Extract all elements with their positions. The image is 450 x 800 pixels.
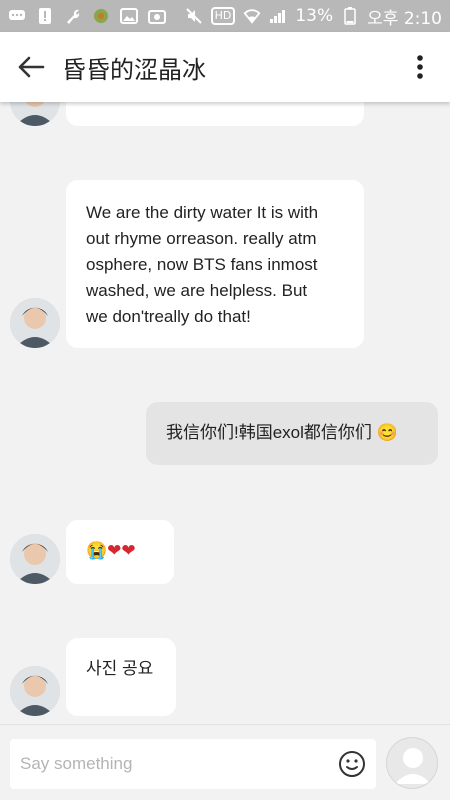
status-right: HD 13% 오후 2:10 bbox=[185, 4, 442, 29]
mute-icon bbox=[185, 7, 203, 25]
app-notification-icon bbox=[92, 7, 110, 25]
message-composer bbox=[0, 724, 450, 800]
more-vertical-icon bbox=[417, 55, 423, 79]
app-header: 昏昏的涩晶冰 bbox=[0, 32, 450, 102]
message-bubble-in: 사진 공요 bbox=[66, 638, 176, 716]
camera-icon bbox=[148, 7, 166, 25]
clock: 오후 2:10 bbox=[367, 8, 442, 29]
status-left bbox=[8, 7, 166, 25]
status-bar: HD 13% 오후 2:10 bbox=[0, 0, 450, 32]
emoji-button[interactable] bbox=[338, 750, 366, 778]
alert-icon bbox=[36, 7, 54, 25]
avatar[interactable] bbox=[10, 298, 60, 348]
message-input[interactable] bbox=[20, 754, 320, 774]
message-bubble-in: We are the dirty water It is with out rh… bbox=[66, 180, 364, 348]
message-input-box[interactable] bbox=[10, 739, 376, 789]
message-bubble-out: 我信你们!韩国exol都信你们 😊 bbox=[146, 402, 438, 465]
user-avatar-icon bbox=[395, 748, 431, 784]
message-bubble-in: 😭❤❤ bbox=[66, 520, 174, 584]
message-list[interactable]: ... We are the dirty water It is with ou… bbox=[0, 102, 450, 724]
back-button[interactable] bbox=[0, 32, 62, 102]
menu-button[interactable] bbox=[390, 32, 450, 102]
arrow-left-icon bbox=[18, 56, 45, 78]
battery-icon bbox=[341, 7, 359, 25]
message-bubble-in: ... bbox=[66, 102, 364, 126]
message-text: We are the dirty water It is with out rh… bbox=[86, 203, 319, 326]
wrench-icon bbox=[64, 7, 82, 25]
message-icon bbox=[8, 7, 26, 25]
gallery-icon bbox=[120, 7, 138, 25]
smiley-icon bbox=[339, 751, 365, 777]
network-badge: HD bbox=[210, 7, 236, 25]
message-text: 😭❤❤ bbox=[86, 541, 136, 560]
user-avatar-button[interactable] bbox=[386, 737, 438, 789]
avatar[interactable] bbox=[10, 666, 60, 716]
page-title: 昏昏的涩晶冰 bbox=[62, 55, 206, 84]
wifi-icon bbox=[243, 7, 261, 25]
avatar[interactable] bbox=[10, 102, 60, 126]
battery-percent: 13% bbox=[295, 6, 334, 26]
avatar[interactable] bbox=[10, 534, 60, 584]
signal-icon bbox=[269, 7, 287, 25]
message-text: 사진 공요 bbox=[86, 659, 154, 678]
message-text: 我信你们!韩国exol都信你们 😊 bbox=[166, 423, 398, 442]
